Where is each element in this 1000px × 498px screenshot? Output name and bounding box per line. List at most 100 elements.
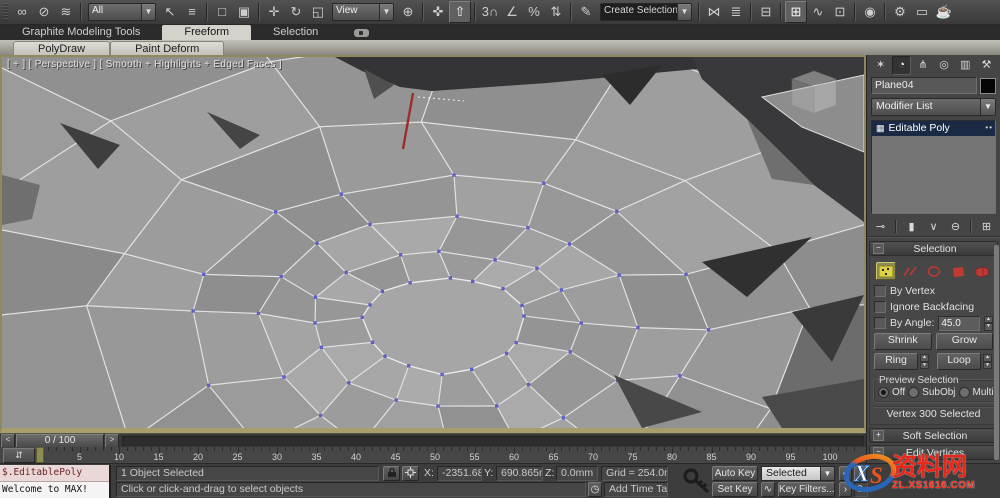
viewcube[interactable]	[791, 70, 837, 114]
chevron-down-icon[interactable]: ▼	[141, 4, 155, 20]
selection-lock-toggle[interactable]	[383, 466, 400, 481]
tab-graphite-modeling-tools[interactable]: Graphite Modeling Tools	[0, 25, 162, 40]
toolbar-grip[interactable]	[3, 3, 8, 21]
select-and-scale-icon[interactable]: ◱	[307, 1, 329, 23]
spinner-up-icon[interactable]: ▲	[920, 354, 929, 362]
add-time-tag-button[interactable]: Add Time Tag	[604, 482, 668, 497]
set-key-button[interactable]: Set Key	[712, 482, 758, 497]
key-filters-button[interactable]: Key Filters...	[778, 482, 835, 497]
stack-row[interactable]: ▦ Editable Poly	[872, 121, 995, 136]
maxscript-mini-listener[interactable]: $.EditablePoly Welcome to MAX!	[0, 465, 111, 498]
polygon-subobject-button[interactable]	[948, 262, 968, 280]
previous-frame-button[interactable]: <	[1, 434, 15, 448]
select-by-name-icon[interactable]: ≡	[181, 1, 203, 23]
selection-filter-dropdown[interactable]: All ▼	[88, 3, 156, 21]
ignore-backfacing-checkbox[interactable]	[874, 301, 886, 313]
time-slider-handle[interactable]: 0 / 100	[16, 434, 104, 448]
panel-tab-display[interactable]: ▥	[956, 56, 975, 75]
spinner-down-icon[interactable]: ▼	[920, 361, 929, 369]
by-angle-checkbox[interactable]	[874, 317, 886, 329]
make-unique-icon[interactable]: ∨	[926, 220, 941, 233]
radio-option-off[interactable]: Off	[878, 387, 905, 398]
radio-option-multi[interactable]: Multi	[958, 387, 994, 398]
chevron-down-icon[interactable]: ▼	[677, 4, 691, 20]
by-angle-spinner[interactable]: ▲ ▼	[984, 315, 993, 331]
named-selection-set-dropdown[interactable]: Create Selection Set▼	[600, 3, 692, 21]
viewport-canvas[interactable]	[2, 57, 864, 428]
snaps-toggle-3d-icon[interactable]: 3∩	[479, 1, 501, 23]
time-tag-icon[interactable]: ◷	[588, 482, 602, 497]
time-slider-track[interactable]	[122, 436, 864, 446]
show-end-result-icon[interactable]: ▮	[904, 220, 919, 233]
viewport-label[interactable]: [ + ] [ Perspective ] [ Smooth + Highlig…	[7, 59, 282, 70]
shrink-button[interactable]: Shrink	[874, 333, 932, 350]
remove-modifier-icon[interactable]: ⊖	[948, 220, 963, 233]
configure-modifier-sets-icon[interactable]: ⊞	[979, 220, 994, 233]
panel-tab-utilities[interactable]: ⚒	[977, 56, 996, 75]
selection-set-dropdown[interactable]: Selected ▼	[761, 466, 835, 481]
ribbon-collapse-button[interactable]	[354, 29, 370, 37]
grow-button[interactable]: Grow	[935, 333, 993, 350]
graphite-ribbon-toggle-icon[interactable]: ⊞	[785, 1, 807, 23]
panel-tab-hierarchy[interactable]: ⋔	[913, 56, 932, 75]
angle-snap-toggle-icon[interactable]: ∠	[501, 1, 523, 23]
window-crossing-toggle-icon[interactable]: ▣	[233, 1, 255, 23]
radio-icon[interactable]	[958, 387, 970, 398]
panel-tab-create[interactable]: ✶	[871, 56, 890, 75]
selection-rollout-header[interactable]: − Selection	[869, 241, 998, 256]
element-subobject-button[interactable]	[972, 262, 992, 280]
set-keys-key-icon[interactable]	[682, 467, 712, 494]
modifier-list-dropdown[interactable]: Modifier List ▼	[871, 98, 996, 116]
collapse-icon[interactable]: −	[873, 243, 884, 254]
align-icon[interactable]: ≣	[725, 1, 747, 23]
manage-layers-icon[interactable]: ⊟	[755, 1, 777, 23]
edit-named-selection-sets-icon[interactable]: ✎	[575, 1, 597, 23]
current-frame-marker[interactable]	[36, 447, 44, 463]
panel-tab-modify[interactable]: ◔	[892, 56, 912, 75]
panel-tab-motion[interactable]: ◎	[935, 56, 954, 75]
y-coordinate-field[interactable]: 690.865mm	[496, 466, 543, 481]
subtab-polydraw[interactable]: PolyDraw	[13, 41, 111, 56]
subtab-paint-deform[interactable]: Paint Deform	[110, 41, 225, 56]
keyboard-shortcut-override-icon[interactable]: ⇧	[449, 1, 471, 23]
chevron-down-icon[interactable]: ▼	[980, 99, 995, 115]
ring-spinner[interactable]: ▲ ▼	[920, 354, 929, 369]
track-bar[interactable]: 5 10 15 20 25 30 35 40 45 50 55 60 65 70 75 80 85 90 95 100…	[0, 447, 866, 463]
soft-selection-rollout-header[interactable]: + Soft Selection	[869, 428, 998, 443]
spinner-down-icon[interactable]: ▼	[983, 361, 992, 369]
object-color-swatch[interactable]	[980, 77, 996, 94]
listener-line-2[interactable]: Welcome to MAX!	[0, 482, 109, 498]
perspective-viewport[interactable]: [ + ] [ Perspective ] [ Smooth + Highlig…	[0, 55, 866, 433]
spinner-up-icon[interactable]: ▲	[983, 354, 992, 362]
by-angle-field[interactable]: 45.0	[938, 315, 980, 331]
border-subobject-button[interactable]	[924, 262, 944, 280]
modifier-stack[interactable]: ▦ Editable Poly ••	[871, 120, 996, 214]
loop-button[interactable]: Loop	[937, 353, 981, 370]
select-object-icon[interactable]: ↖	[159, 1, 181, 23]
unlink-selection-icon[interactable]: ⊘	[33, 1, 55, 23]
mini-curve-editor-button[interactable]: ⇵	[3, 448, 35, 463]
mirror-icon[interactable]: ⋈	[703, 1, 725, 23]
spinner-up-icon[interactable]: ▲	[984, 315, 993, 323]
select-and-move-icon[interactable]: ✛	[263, 1, 285, 23]
spinner-snap-toggle-icon[interactable]: ⇅	[545, 1, 567, 23]
panel-scrollbar[interactable]	[994, 245, 999, 460]
bind-to-space-warp-icon[interactable]: ≋	[55, 1, 77, 23]
render-setup-icon[interactable]: ⚙	[889, 1, 911, 23]
pin-stack-icon[interactable]: ⊸	[873, 220, 888, 233]
chevron-down-icon[interactable]: ▼	[379, 4, 393, 20]
radio-icon[interactable]	[908, 387, 920, 398]
ring-button[interactable]: Ring	[874, 353, 918, 370]
vertex-subobject-button[interactable]	[875, 262, 896, 280]
spinner-down-icon[interactable]: ▼	[984, 323, 993, 331]
by-vertex-checkbox[interactable]	[874, 285, 886, 297]
tab-freeform[interactable]: Freeform	[162, 25, 252, 40]
auto-key-button[interactable]: Auto Key	[712, 466, 758, 481]
select-and-manipulate-icon[interactable]: ✜	[427, 1, 449, 23]
chevron-down-icon[interactable]: ▼	[820, 467, 834, 480]
render-production-icon[interactable]: ☕	[933, 1, 955, 23]
tab-selection[interactable]: Selection	[251, 25, 340, 40]
schematic-view-icon[interactable]: ⊡	[829, 1, 851, 23]
radio-icon[interactable]	[878, 387, 889, 398]
rendered-frame-window-icon[interactable]: ▭	[911, 1, 933, 23]
